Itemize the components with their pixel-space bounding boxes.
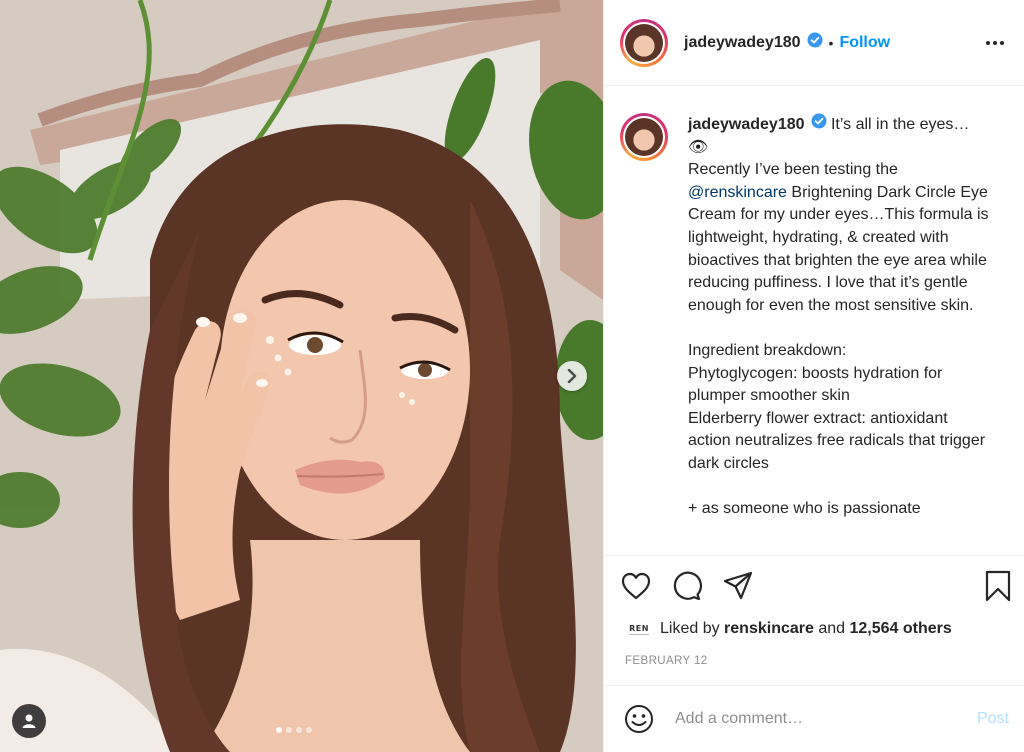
likes-count[interactable]: 12,564 others bbox=[850, 620, 952, 637]
comment-input[interactable] bbox=[675, 710, 967, 728]
likes-summary: REN Liked by renskincare and 12,564 othe… bbox=[624, 617, 952, 641]
header-username[interactable]: jadeywadey180 bbox=[684, 34, 801, 52]
caption-verified-badge-icon bbox=[811, 113, 827, 137]
heart-icon[interactable] bbox=[620, 571, 652, 601]
caption-avatar-image bbox=[625, 118, 663, 156]
liked-by-avatar[interactable]: REN bbox=[624, 617, 654, 641]
caption-username[interactable]: jadeywadey180 bbox=[688, 116, 805, 133]
liked-by-user[interactable]: renskincare bbox=[724, 620, 814, 637]
post-header: jadeywadey180 • Follow bbox=[604, 0, 1024, 86]
verified-badge-icon bbox=[807, 32, 823, 53]
post-photo bbox=[0, 0, 603, 752]
header-separator: • bbox=[828, 34, 834, 51]
carousel-indicator bbox=[276, 727, 312, 733]
chevron-right-icon bbox=[567, 369, 577, 383]
avatar-image bbox=[625, 23, 663, 62]
bookmark-icon[interactable] bbox=[984, 570, 1012, 602]
caption-area: jadeywadey180 It’s all in the eyes… 👁 Re… bbox=[604, 87, 1024, 556]
post-actions bbox=[620, 566, 1012, 606]
follow-button[interactable]: Follow bbox=[839, 34, 890, 52]
paper-plane-icon[interactable] bbox=[722, 570, 754, 602]
more-options-icon[interactable] bbox=[982, 37, 1008, 49]
carousel-dot bbox=[276, 727, 282, 733]
emoji-icon[interactable] bbox=[623, 703, 655, 735]
carousel-dot bbox=[296, 727, 302, 733]
carousel-next-button[interactable] bbox=[557, 361, 587, 391]
post-media[interactable] bbox=[0, 0, 603, 752]
caption-avatar[interactable] bbox=[620, 113, 668, 161]
avatar[interactable] bbox=[620, 18, 668, 67]
user-tag-icon bbox=[22, 714, 36, 728]
caption-mention-link[interactable]: @renskincare bbox=[688, 184, 787, 201]
comment-icon[interactable] bbox=[671, 570, 703, 602]
post-details-panel: jadeywadey180 • Follow jadeywadey180 It’… bbox=[603, 0, 1024, 752]
caption-body-start: Recently I’ve been testing the bbox=[688, 161, 903, 179]
caption-body-rest: Brightening Dark Circle Eye Cream for my… bbox=[688, 183, 989, 518]
comment-bar: Post bbox=[604, 685, 1024, 752]
user-tags-button[interactable] bbox=[12, 704, 46, 738]
post-comment-button[interactable]: Post bbox=[977, 710, 1009, 728]
liked-by-text: Liked by renskincare and 12,564 others bbox=[660, 620, 952, 637]
ren-logo-text: REN bbox=[629, 623, 649, 633]
post-date[interactable]: FEBRUARY 12 bbox=[625, 655, 708, 667]
caption-text: jadeywadey180 It’s all in the eyes… 👁 Re… bbox=[688, 113, 993, 555]
carousel-dot bbox=[306, 727, 312, 733]
carousel-dot bbox=[286, 727, 292, 733]
